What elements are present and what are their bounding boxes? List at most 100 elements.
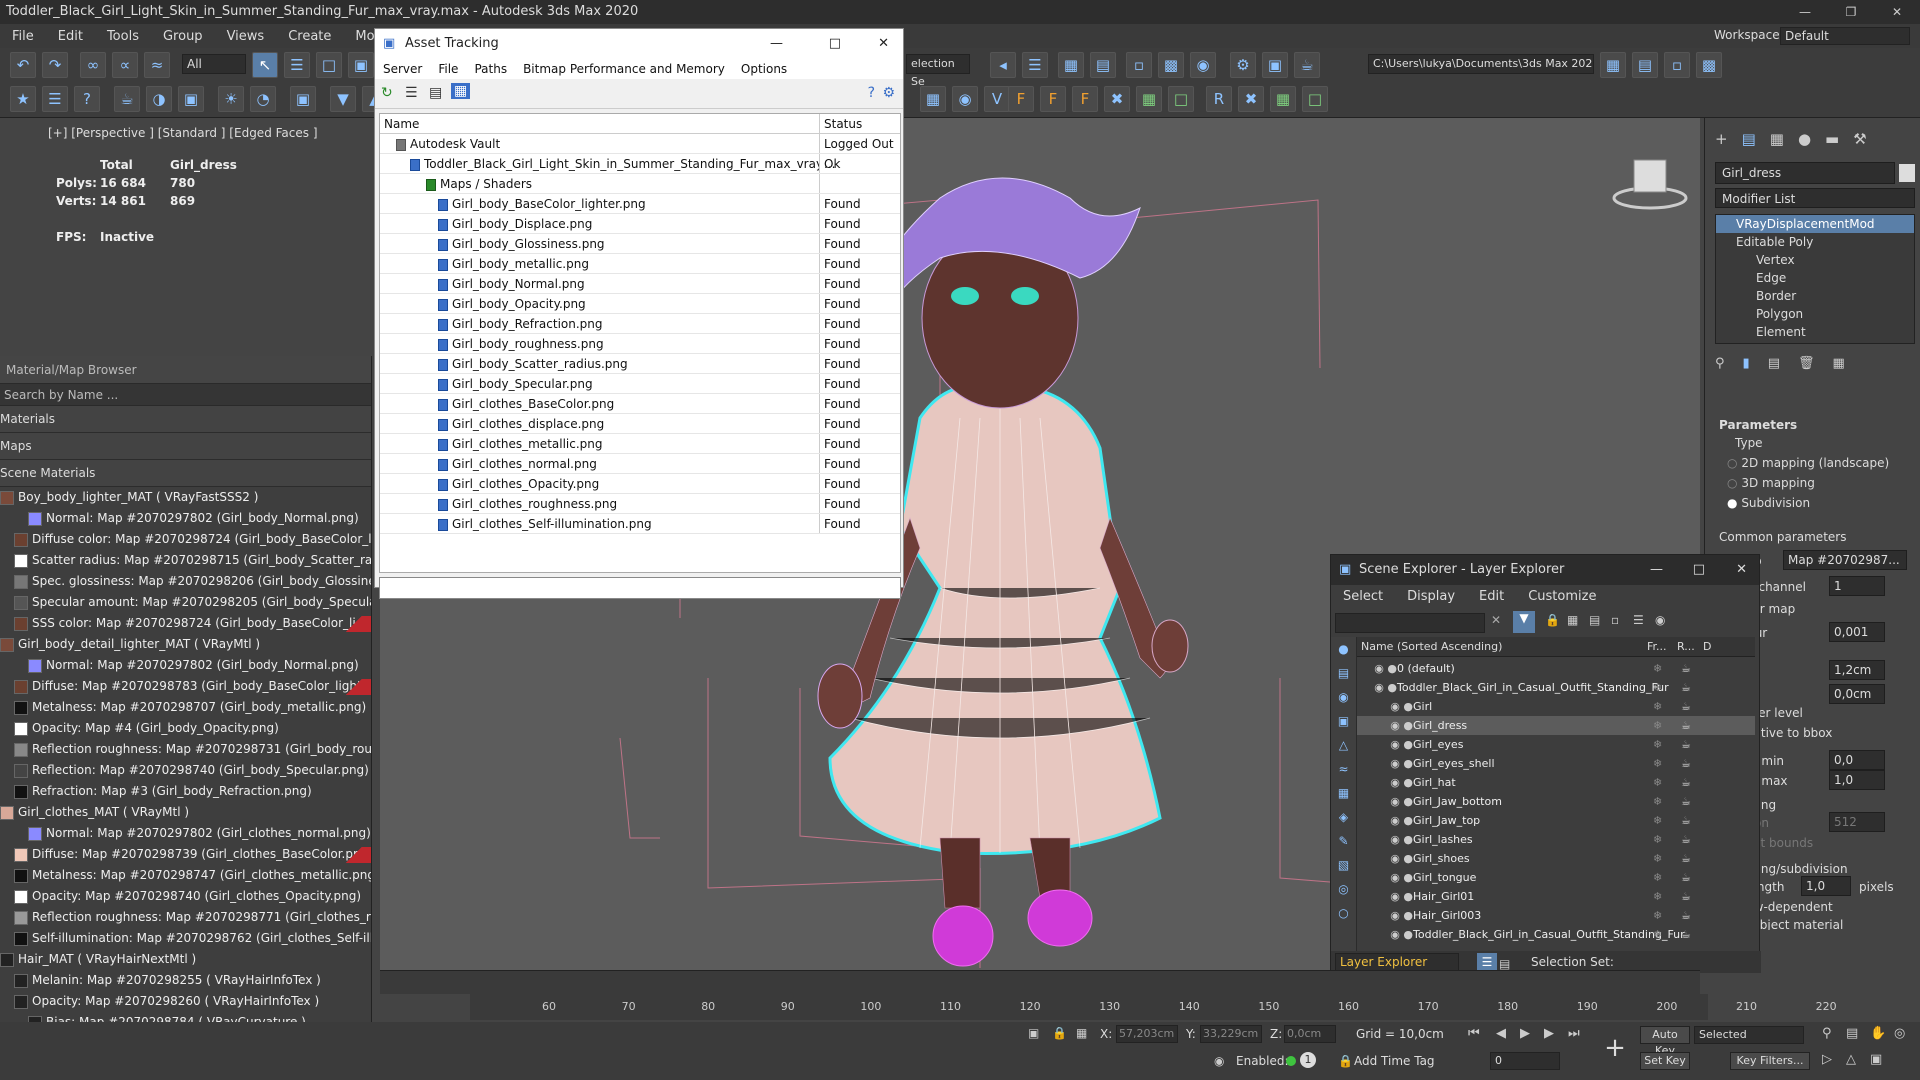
column-render[interactable]: R... — [1677, 637, 1695, 657]
display-tab-icon[interactable]: ▬ — [1825, 130, 1839, 152]
time-slider[interactable] — [380, 970, 1700, 994]
menu-tools[interactable]: Tools — [95, 29, 151, 44]
scene-object-row[interactable]: ◉ ● Girl_dress ❄ ☕ — [1357, 716, 1755, 735]
asset-row[interactable]: Maps / Shaders — [380, 174, 900, 194]
asset-menu-server[interactable]: Server — [375, 59, 430, 79]
texture-channel-spinner[interactable]: 1 — [1829, 576, 1885, 596]
scene-object-row[interactable]: ◉ ● Toddler_Black_Girl_in_Casual_Outfit_… — [1357, 678, 1755, 697]
visibility-icon[interactable]: ◉ ● — [1357, 754, 1413, 773]
asset-row[interactable]: Toddler_Black_Girl_Light_Skin_in_Summer_… — [380, 154, 900, 174]
scene-object-row[interactable]: ◉ ● Hair_Girl003 ❄ ☕ — [1357, 906, 1755, 925]
material-row[interactable]: Diffuse: Map #2070298783 (Girl_body_Base… — [0, 676, 371, 697]
modify-tab-icon[interactable]: ▤ — [1742, 130, 1756, 152]
auto-key-button[interactable]: Auto Key — [1640, 1026, 1690, 1057]
list-view-icon[interactable]: ☰ — [405, 85, 418, 101]
renderable-icon[interactable]: ☕ — [1681, 887, 1691, 906]
scene-object-row[interactable]: ◉ ● Girl_tongue ❄ ☕ — [1357, 868, 1755, 887]
scene-object-row[interactable]: ◉ ● Girl_Jaw_bottom ❄ ☕ — [1357, 792, 1755, 811]
vray-lights-icon[interactable]: ◑ — [146, 86, 172, 112]
pan-icon[interactable]: ✋ — [1870, 1026, 1886, 1041]
menu-group[interactable]: Group — [151, 29, 215, 44]
material-editor-icon[interactable]: ◉ — [1190, 52, 1216, 78]
time-tag-icon[interactable]: 1 — [1300, 1052, 1316, 1068]
freeze-icon[interactable]: ❄ — [1653, 754, 1662, 773]
material-row[interactable]: Reflection roughness: Map #2070298771 (G… — [0, 907, 371, 928]
select-object-icon[interactable]: ↖ — [252, 52, 278, 78]
close-icon[interactable]: ✕ — [878, 29, 889, 59]
material-row[interactable]: Normal: Map #2070297802 (Girl_clothes_no… — [0, 823, 371, 844]
renderable-icon[interactable]: ☕ — [1681, 830, 1691, 849]
freeze-icon[interactable]: ❄ — [1653, 792, 1662, 811]
highlight-icon[interactable]: ◉ — [1655, 613, 1665, 627]
scene-search-input[interactable] — [1335, 613, 1485, 633]
open-project-icon[interactable]: ▤ — [1632, 52, 1658, 78]
redo-icon[interactable]: ↷ — [42, 52, 68, 78]
display-all-icon[interactable]: ◎ — [1331, 877, 1356, 901]
walkthrough-icon[interactable]: ★ — [10, 86, 36, 112]
pin-stack-icon[interactable]: ⚲ — [1715, 356, 1725, 376]
time-tag-lock-icon[interactable]: 🔒 — [1338, 1054, 1353, 1068]
material-row[interactable]: Boy_body_lighter_MAT ( VRayFastSSS2 ) — [0, 487, 371, 508]
asset-row[interactable]: Girl_body_Specular.png Found — [380, 374, 900, 394]
display-helpers-icon[interactable]: △ — [1331, 733, 1356, 757]
previous-frame-icon[interactable]: ◀ — [1496, 1026, 1506, 1041]
add-to-layer-icon[interactable]: ▤ — [1589, 613, 1600, 627]
visibility-icon[interactable]: ◉ ● — [1357, 659, 1397, 678]
vray-proxy-icon[interactable]: ▼ — [330, 86, 356, 112]
layer-explorer-icon[interactable]: ▤ — [1090, 52, 1116, 78]
tools-icon[interactable]: ✖ — [1104, 86, 1130, 112]
material-search-input[interactable]: Search by Name ... — [0, 384, 371, 406]
render-production-icon[interactable]: ☕ — [1294, 52, 1320, 78]
freeze-icon[interactable]: ❄ — [1653, 868, 1662, 887]
minimize-icon[interactable]: — — [1782, 0, 1828, 24]
create-tab-icon[interactable]: + — [1715, 130, 1728, 152]
motion-tab-icon[interactable]: ● — [1798, 130, 1811, 152]
vray-export-icon[interactable]: ▦ — [920, 86, 946, 112]
freeze-icon[interactable]: ❄ — [1653, 811, 1662, 830]
menu-edit[interactable]: Edit — [46, 29, 95, 44]
material-row[interactable]: Diffuse: Map #2070298739 (Girl_clothes_B… — [0, 844, 371, 865]
material-row[interactable]: Opacity: Map #4 (Girl_body_Opacity.png) — [0, 718, 371, 739]
type-subdivision-radio[interactable]: ● Subdivision — [1727, 496, 1810, 510]
scene-object-row[interactable]: ◉ ● Hair_Girl01 ❄ ☕ — [1357, 887, 1755, 906]
asset-row[interactable]: Girl_body_Opacity.png Found — [380, 294, 900, 314]
zoom-icon[interactable]: ⚲ — [1822, 1026, 1832, 1041]
asset-row[interactable]: Girl_body_Displace.png Found — [380, 214, 900, 234]
asset-row[interactable]: Girl_clothes_roughness.png Found — [380, 494, 900, 514]
unlink-icon[interactable]: ∝ — [112, 52, 138, 78]
column-status[interactable]: Status — [820, 114, 900, 133]
frame-icon[interactable]: □ — [1168, 86, 1194, 112]
display-xrefs-icon[interactable]: ◈ — [1331, 805, 1356, 829]
scene-object-row[interactable]: ◉ ● Girl_lashes ❄ ☕ — [1357, 830, 1755, 849]
display-bones-icon[interactable]: ✎ — [1331, 829, 1356, 853]
set-project-icon[interactable]: ▩ — [1696, 52, 1722, 78]
visibility-icon[interactable]: ◉ ● — [1357, 811, 1413, 830]
curve-editor-icon[interactable]: ▫ — [1126, 52, 1152, 78]
project-path-dropdown[interactable]: C:\Users\lukya\Documents\3ds Max 2022 — [1368, 54, 1594, 74]
asset-row[interactable]: Girl_body_roughness.png Found — [380, 334, 900, 354]
filter-icon[interactable]: ▼ — [1513, 611, 1535, 633]
viewport-label[interactable]: [+] [Perspective ] [Standard ] [Edged Fa… — [48, 126, 318, 140]
material-row[interactable]: Normal: Map #2070297802 (Girl_body_Norma… — [0, 655, 371, 676]
visibility-icon[interactable]: ◉ ● — [1357, 773, 1413, 792]
freeze-icon[interactable]: ❄ — [1653, 906, 1662, 925]
material-row[interactable]: Opacity: Map #2070298260 ( VRayHairInfoT… — [0, 991, 371, 1012]
asset-menu-file[interactable]: File — [430, 59, 466, 79]
material-row[interactable]: Normal: Map #2070297802 (Girl_body_Norma… — [0, 508, 371, 529]
object-name-field[interactable]: Girl_dress — [1715, 162, 1895, 184]
visibility-icon[interactable]: ◉ ● — [1357, 906, 1413, 925]
material-row[interactable]: Scatter radius: Map #2070298715 (Girl_bo… — [0, 550, 371, 571]
freeze-icon[interactable]: ❄ — [1653, 830, 1662, 849]
scene-object-row[interactable]: ◉ ● Girl_Jaw_top ❄ ☕ — [1357, 811, 1755, 830]
renderable-icon[interactable]: ☕ — [1681, 811, 1691, 830]
object-color-swatch[interactable] — [1899, 164, 1915, 182]
material-row[interactable]: Self-illumination: Map #2070298762 (Girl… — [0, 928, 371, 949]
material-row[interactable]: Diffuse color: Map #2070298724 (Girl_bod… — [0, 529, 371, 550]
viewcube[interactable] — [1612, 159, 1688, 210]
create-project-icon[interactable]: ▫ — [1664, 52, 1690, 78]
utilities-tab-icon[interactable]: ⚒ — [1853, 130, 1866, 152]
vray-scene-icon[interactable]: ◉ — [952, 86, 978, 112]
modifier-stack-item[interactable]: Edge — [1716, 269, 1914, 287]
asset-row[interactable]: Girl_clothes_BaseColor.png Found — [380, 394, 900, 414]
options-icon[interactable]: ⚙ — [882, 85, 895, 101]
